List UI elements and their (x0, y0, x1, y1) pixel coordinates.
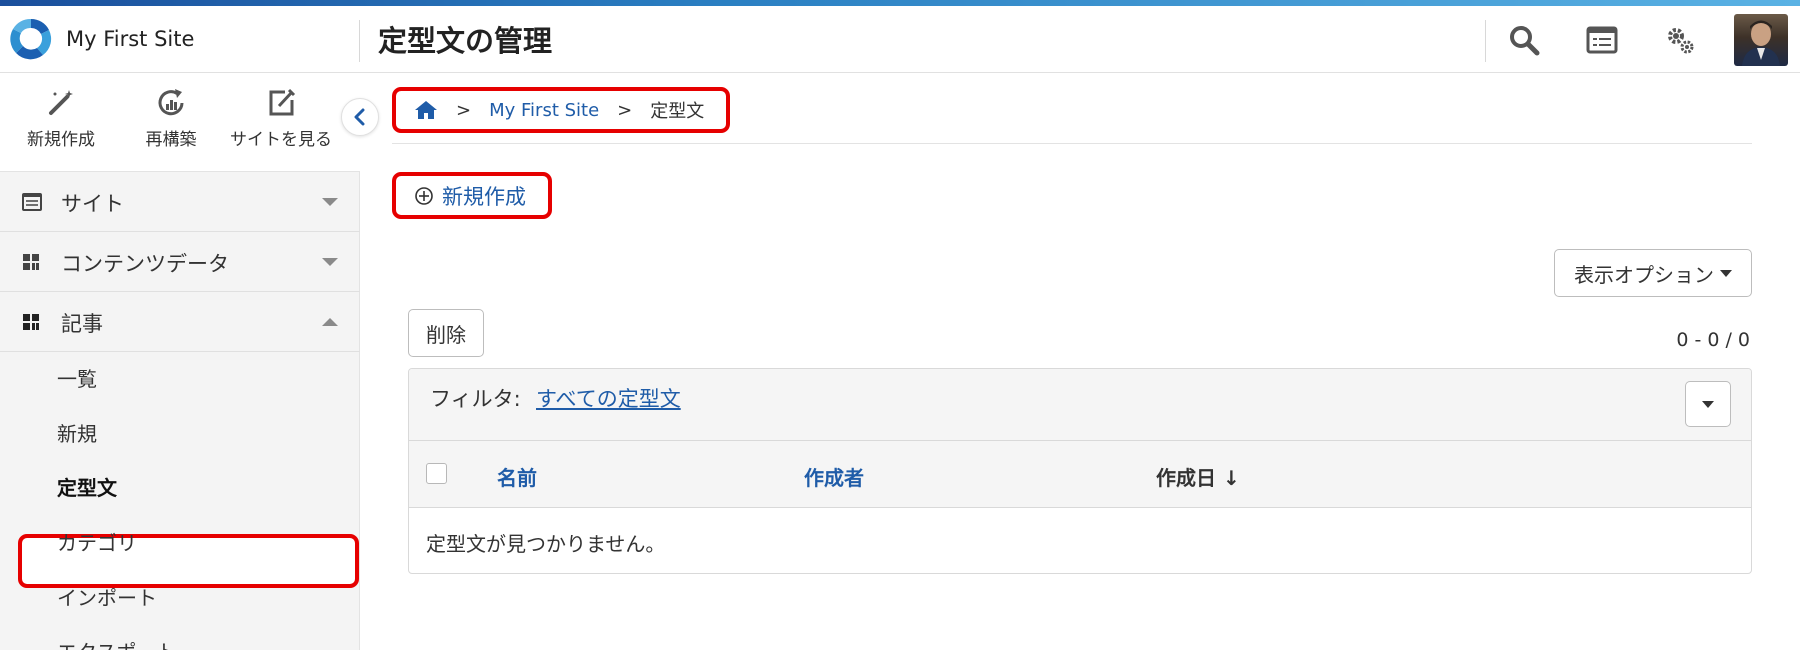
page-title: 定型文の管理 (378, 24, 553, 58)
header-divider (1485, 20, 1486, 62)
filter-bar: フィルタ: すべての定型文 (409, 369, 1751, 441)
quick-view-site-label: サイトを見る (230, 130, 332, 150)
delete-label: 削除 (426, 322, 466, 347)
breadcrumb-separator: > (617, 99, 633, 121)
breadcrumb: > My First Site > 定型文 (392, 87, 731, 133)
site-name[interactable]: My First Site (66, 27, 194, 51)
sidebar: 新規作成 再構築 サイトを見る サイト コンテンツデータ 記事 一覧 新規 定型… (0, 73, 360, 650)
main-content: > My First Site > 定型文 新規作成 表示オプション 削除 0 … (360, 73, 1800, 650)
create-new-label: 新規作成 (442, 184, 526, 209)
sidebar-item-category[interactable]: カテゴリ (57, 527, 137, 556)
chevron-down-icon (322, 198, 338, 206)
sidebar-item-new[interactable]: 新規 (57, 418, 97, 447)
result-count: 0 - 0 / 0 (1676, 329, 1750, 351)
delete-button[interactable]: 削除 (408, 309, 484, 357)
table-header: 名前 作成者 作成日 ↓ (409, 441, 1751, 508)
grid-icon (23, 314, 39, 330)
select-all-checkbox[interactable] (426, 463, 447, 484)
quick-view-site-button[interactable]: サイトを見る (226, 87, 336, 150)
settings-icon[interactable] (1662, 22, 1698, 58)
filter-value-link[interactable]: すべての定型文 (536, 383, 681, 413)
chevron-down-icon (322, 258, 338, 266)
quick-new-label: 新規作成 (27, 130, 95, 150)
plus-circle-icon (415, 186, 433, 205)
top-header: My First Site 定型文の管理 (0, 6, 1800, 73)
column-created-date[interactable]: 作成日 ↓ (1156, 462, 1240, 491)
caret-down-icon (1702, 400, 1714, 408)
sidebar-group-site[interactable]: サイト (0, 172, 360, 232)
quick-actions: 新規作成 再構築 サイトを見る (0, 73, 360, 172)
brand[interactable]: My First Site (8, 14, 194, 64)
external-edit-icon (269, 88, 296, 116)
listing-table: フィルタ: すべての定型文 名前 作成者 作成日 ↓ 定型文が見つかりません。 (408, 368, 1752, 574)
user-avatar[interactable] (1734, 14, 1788, 66)
sidebar-group-content-data[interactable]: コンテンツデータ (0, 232, 360, 292)
grid-icon (23, 254, 39, 270)
breadcrumb-site-link[interactable]: My First Site (489, 100, 599, 121)
sidebar-group-label: コンテンツデータ (61, 252, 229, 276)
sidebar-group-entries[interactable]: 記事 (0, 292, 360, 352)
breadcrumb-separator: > (456, 99, 472, 121)
sidebar-item-boilerplate[interactable]: 定型文 (57, 472, 117, 501)
breadcrumb-divider (392, 143, 1752, 144)
sidebar-item-list[interactable]: 一覧 (57, 363, 97, 392)
list-view-icon[interactable] (1584, 22, 1620, 58)
header-divider (359, 20, 360, 62)
quick-rebuild-label: 再構築 (145, 130, 197, 150)
sidebar-group-label: サイト (61, 192, 124, 216)
breadcrumb-current: 定型文 (650, 101, 705, 122)
chevron-left-icon (354, 108, 365, 126)
sidebar-collapse-button[interactable] (341, 98, 379, 136)
quick-rebuild-button[interactable]: 再構築 (116, 87, 226, 150)
column-name[interactable]: 名前 (497, 462, 537, 491)
caret-down-icon (1720, 269, 1732, 277)
filter-label: フィルタ: (430, 387, 521, 411)
sidebar-group-label: 記事 (61, 312, 103, 336)
sidebar-item-import[interactable]: インポート (57, 582, 157, 611)
chevron-up-icon (322, 318, 338, 326)
site-logo-icon (10, 18, 52, 60)
sidebar-item-export[interactable]: エクスポート (57, 636, 176, 650)
display-options-button[interactable]: 表示オプション (1554, 249, 1752, 297)
rebuild-icon (158, 89, 184, 116)
column-author[interactable]: 作成者 (804, 462, 864, 491)
pen-icon (49, 90, 73, 115)
filter-dropdown-button[interactable] (1685, 381, 1731, 427)
display-options-label: 表示オプション (1574, 262, 1714, 287)
site-list-icon (22, 193, 42, 211)
empty-message: 定型文が見つかりません。 (426, 532, 666, 556)
quick-new-button[interactable]: 新規作成 (6, 87, 116, 150)
home-icon[interactable] (414, 99, 438, 121)
create-new-button[interactable]: 新規作成 (392, 172, 552, 219)
search-icon[interactable] (1506, 22, 1542, 58)
